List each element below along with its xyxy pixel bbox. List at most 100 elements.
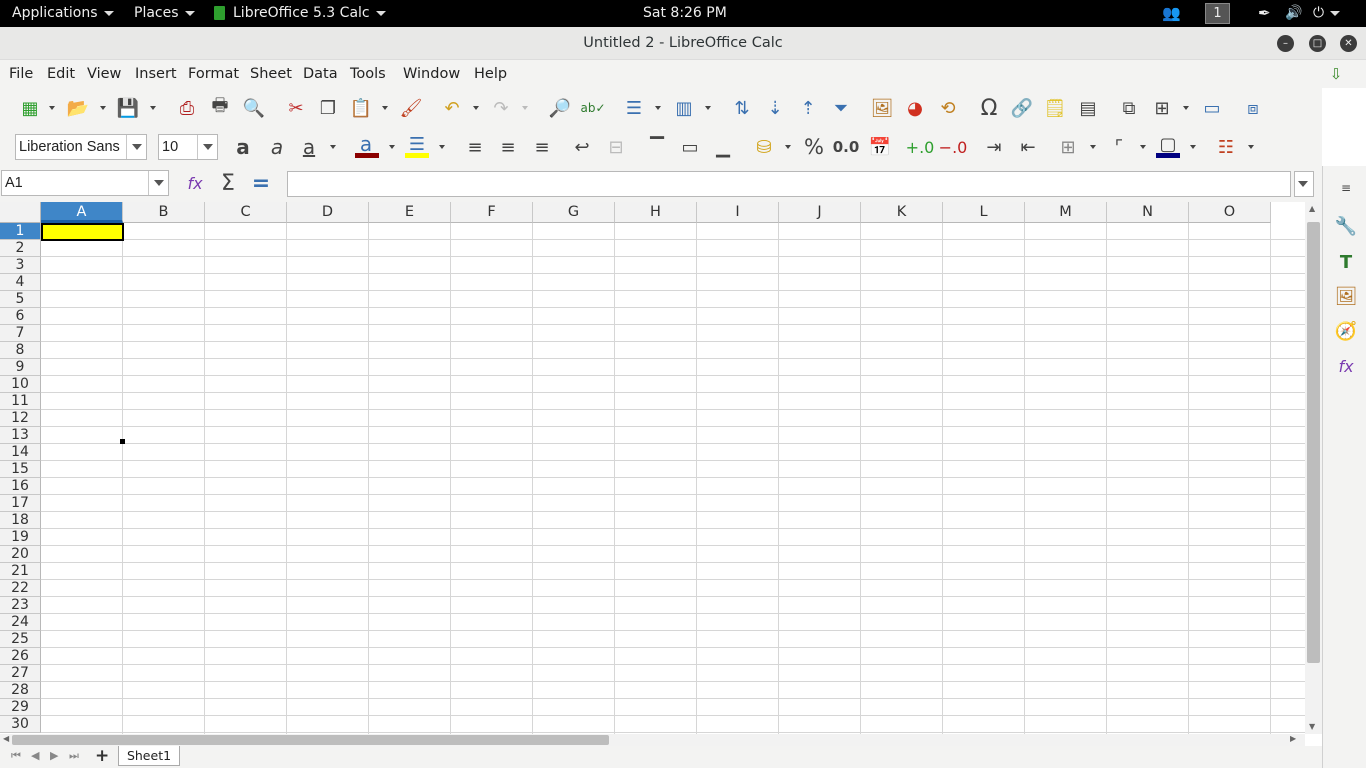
row-header-2[interactable]: 2 [0, 240, 41, 257]
row-header-23[interactable]: 23 [0, 597, 41, 614]
workspace-indicator[interactable]: 1 [1205, 3, 1230, 24]
navigator-icon[interactable]: 🧭 [1334, 319, 1358, 343]
row-header-29[interactable]: 29 [0, 699, 41, 716]
menu-help[interactable]: Help [474, 60, 507, 88]
open-folder-icon[interactable]: 📂 [66, 96, 90, 120]
dropdown-arrow-icon[interactable] [1090, 145, 1096, 149]
close-button[interactable]: ✕ [1340, 35, 1357, 52]
align-center-icon[interactable]: ≡ [496, 135, 520, 159]
menu-tools[interactable]: Tools [350, 60, 386, 88]
insert-chart-icon[interactable]: ◕ [903, 96, 927, 120]
menu-window[interactable]: Window [403, 60, 460, 88]
menu-data[interactable]: Data [303, 60, 338, 88]
cut-icon[interactable]: ✂ [284, 96, 308, 120]
maximize-button[interactable]: □ [1309, 35, 1326, 52]
align-right-icon[interactable]: ≡ [530, 135, 554, 159]
dropdown-arrow-icon[interactable] [150, 106, 156, 110]
border-style-icon[interactable]: ⌜ [1107, 135, 1131, 159]
chevron-down-icon[interactable] [197, 135, 217, 159]
hyperlink-icon[interactable]: 🔗 [1010, 96, 1034, 120]
find-replace-icon[interactable]: 🔎 [548, 96, 572, 120]
styles-icon[interactable]: T [1334, 250, 1358, 274]
row-header-20[interactable]: 20 [0, 546, 41, 563]
app-menu[interactable]: LibreOffice 5.3 Calc [214, 0, 386, 27]
column-header-h[interactable]: H [615, 202, 697, 223]
vertical-scrollbar[interactable]: ▲ ▼ [1305, 202, 1322, 734]
sort-descending-icon[interactable]: ⇡ [796, 96, 820, 120]
column-header-d[interactable]: D [287, 202, 369, 223]
column-header-j[interactable]: J [779, 202, 861, 223]
comment-icon[interactable]: 🗒 [1043, 96, 1067, 120]
special-character-icon[interactable]: Ω [977, 96, 1001, 121]
save-icon[interactable]: 💾 [116, 96, 140, 120]
column-header-b[interactable]: B [123, 202, 205, 223]
row-header-21[interactable]: 21 [0, 563, 41, 580]
menu-sheet[interactable]: Sheet [250, 60, 292, 88]
insert-image-icon[interactable]: 🖼 [870, 96, 894, 120]
row-header-6[interactable]: 6 [0, 308, 41, 325]
scroll-left-icon[interactable]: ◀ [3, 734, 9, 743]
dropdown-arrow-icon[interactable] [473, 106, 479, 110]
sidebar-menu-icon[interactable]: ≡ [1334, 176, 1358, 200]
column-header-l[interactable]: L [943, 202, 1025, 223]
dropdown-arrow-icon[interactable] [1190, 145, 1196, 149]
define-print-area-icon[interactable]: ⧉ [1117, 96, 1141, 120]
conditional-format-icon[interactable]: ☷ [1214, 135, 1238, 159]
row-header-18[interactable]: 18 [0, 512, 41, 529]
align-left-icon[interactable]: ≡ [463, 135, 487, 159]
percent-format-icon[interactable]: % [802, 135, 826, 159]
column-header-f[interactable]: F [451, 202, 533, 223]
bold-icon[interactable]: a [231, 135, 255, 159]
align-bottom-icon[interactable]: ▁ [711, 135, 735, 159]
row-header-22[interactable]: 22 [0, 580, 41, 597]
menu-insert[interactable]: Insert [135, 60, 177, 88]
row-header-27[interactable]: 27 [0, 665, 41, 682]
row-header-1[interactable]: 1 [0, 223, 41, 240]
currency-format-icon[interactable]: ⛁ [752, 135, 776, 159]
column-header-e[interactable]: E [369, 202, 451, 223]
menu-format[interactable]: Format [188, 60, 239, 88]
row-header-14[interactable]: 14 [0, 444, 41, 461]
row-header-8[interactable]: 8 [0, 342, 41, 359]
new-document-icon[interactable]: ▦ [18, 96, 42, 120]
properties-icon[interactable]: 🔧 [1334, 214, 1358, 238]
row-header-19[interactable]: 19 [0, 529, 41, 546]
row-header-17[interactable]: 17 [0, 495, 41, 512]
column-header-k[interactable]: K [861, 202, 943, 223]
row-icon[interactable]: ☰ [622, 96, 646, 120]
row-header-13[interactable]: 13 [0, 427, 41, 444]
gallery-icon[interactable]: 🖼 [1334, 284, 1358, 308]
split-window-icon[interactable]: ▭ [1200, 96, 1224, 120]
font-size-box[interactable]: 10 [158, 134, 218, 160]
add-decimal-icon[interactable]: +.0 [906, 135, 935, 159]
paste-icon[interactable]: 📋 [349, 96, 373, 120]
expand-formula-bar-button[interactable] [1294, 171, 1314, 197]
minimize-button[interactable]: – [1277, 35, 1294, 52]
add-sheet-icon[interactable]: + [95, 746, 109, 766]
freeze-rows-columns-icon[interactable]: ⊞ [1150, 96, 1174, 120]
dropdown-arrow-icon[interactable] [655, 106, 661, 110]
column-header-o[interactable]: O [1189, 202, 1271, 223]
menu-view[interactable]: View [87, 60, 121, 88]
sheet-tab[interactable]: Sheet1 [118, 746, 180, 766]
users-icon[interactable]: 👥 [1162, 0, 1181, 27]
spelling-icon[interactable]: ab✓ [580, 96, 605, 120]
underline-icon[interactable]: a [297, 135, 321, 159]
row-header-26[interactable]: 26 [0, 648, 41, 665]
font-name-box[interactable]: Liberation Sans [15, 134, 147, 160]
number-format-icon[interactable]: 0.0 [833, 135, 860, 159]
previous-sheet-icon[interactable]: ◀ [31, 749, 39, 762]
dropdown-arrow-icon[interactable] [785, 145, 791, 149]
row-header-5[interactable]: 5 [0, 291, 41, 308]
menu-file[interactable]: File [9, 60, 33, 88]
row-header-30[interactable]: 30 [0, 716, 41, 733]
row-header-10[interactable]: 10 [0, 376, 41, 393]
chevron-down-icon[interactable] [126, 135, 146, 159]
column-header-i[interactable]: I [697, 202, 779, 223]
row-header-3[interactable]: 3 [0, 257, 41, 274]
spreadsheet-grid[interactable]: ABCDEFGHIJKLMNO 1 2 3 4 5 6 7 8 9 10 11 12 13 14 15 16 1… [0, 202, 1305, 734]
row-header-11[interactable]: 11 [0, 393, 41, 410]
dropdown-arrow-icon[interactable] [330, 145, 336, 149]
power-icon[interactable]: ⏻ [1313, 0, 1341, 27]
show-draw-functions-icon[interactable]: ⧈ [1241, 96, 1265, 120]
